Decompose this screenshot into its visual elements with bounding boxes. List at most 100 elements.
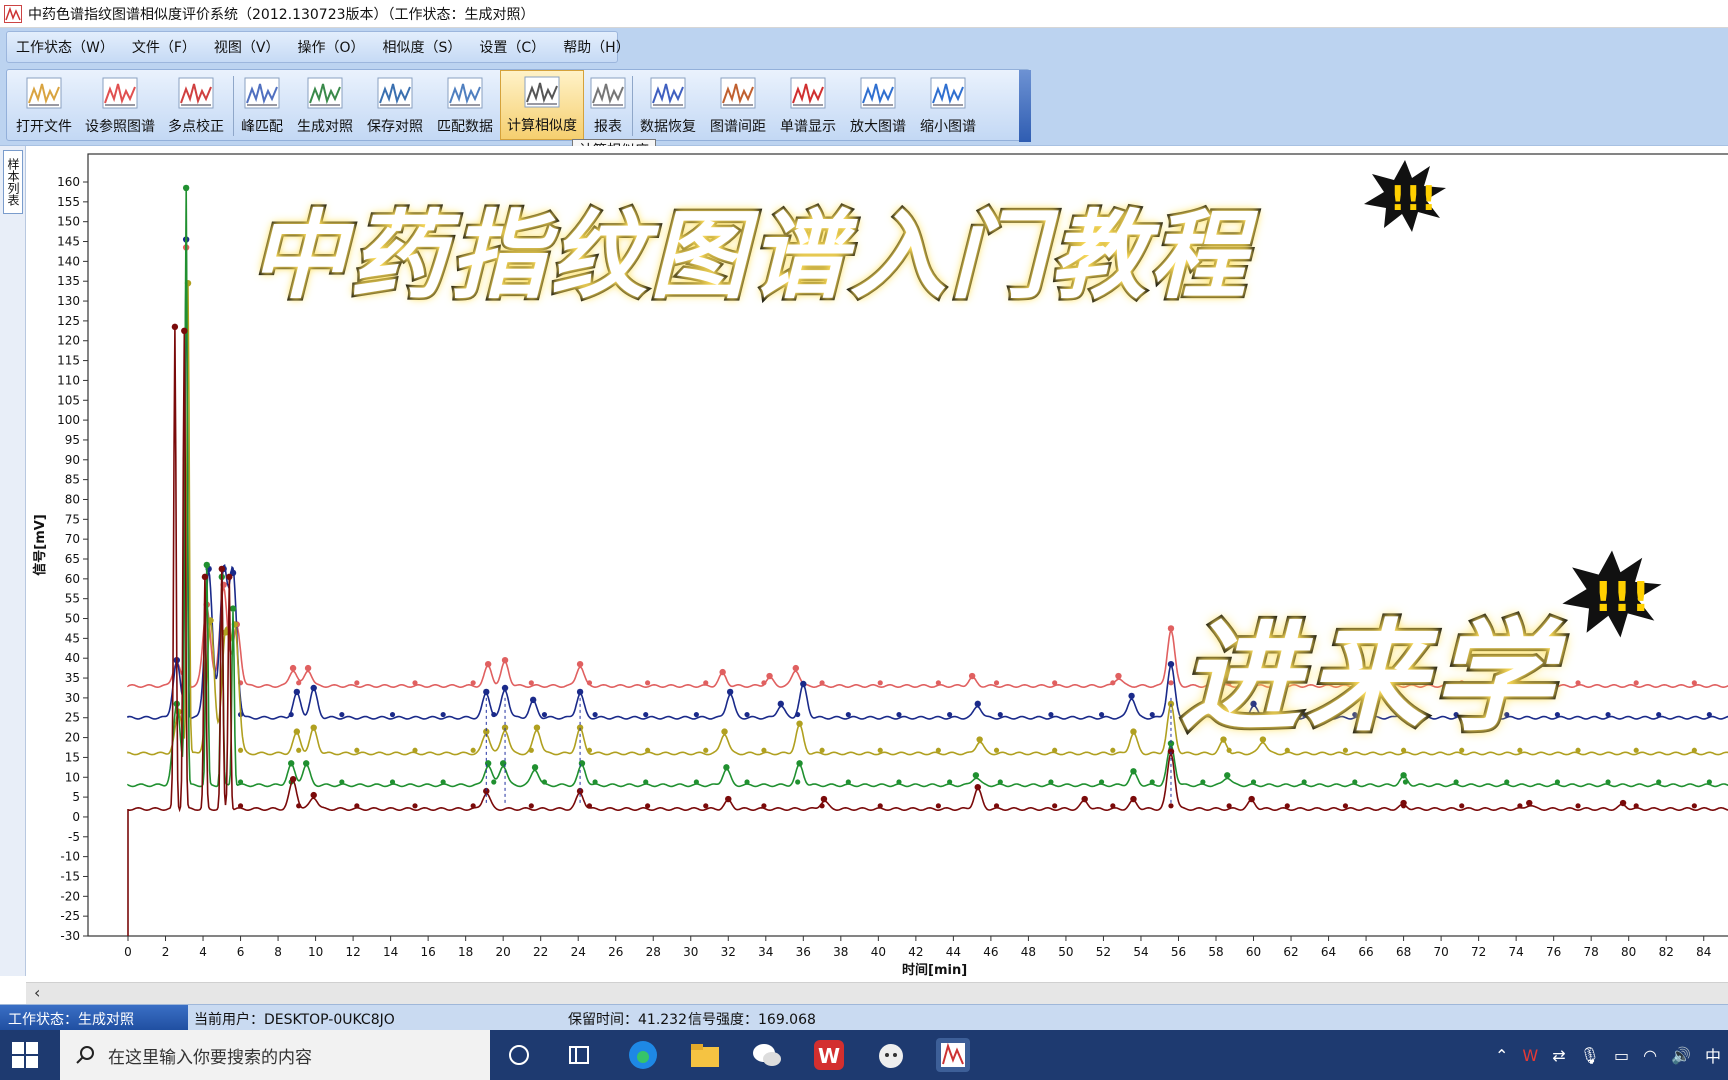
peak-marker <box>237 803 244 809</box>
y-tick-label: 35 <box>65 671 80 685</box>
y-tick-label: 30 <box>65 691 80 705</box>
peak-marker <box>1167 660 1175 668</box>
y-tick-label: -10 <box>60 850 80 864</box>
system-tray: ⌃ W ⇄ 🎙 ▭ ◠ 🔊 中 <box>1488 1030 1728 1080</box>
peak-marker <box>470 747 476 753</box>
match-data-icon <box>447 77 483 109</box>
peak-marker <box>896 711 902 718</box>
y-tick-label: 40 <box>65 651 80 665</box>
x-tick-label: 6 <box>237 945 245 959</box>
peak-marker <box>339 711 345 718</box>
peak-marker <box>484 660 492 668</box>
wps-icon[interactable]: W <box>812 1038 846 1072</box>
menu-help[interactable]: 帮助（H） <box>554 37 639 57</box>
peak-marker <box>896 779 902 785</box>
peak-marker <box>1691 747 1697 753</box>
peak-marker <box>645 680 651 686</box>
peak-marker <box>1098 711 1105 718</box>
scroll-left-icon[interactable]: ‹ <box>34 983 40 1002</box>
peak-marker <box>792 664 800 672</box>
menu-operation[interactable]: 操作（O） <box>288 37 373 57</box>
menu-similarity[interactable]: 相似度（S） <box>374 37 471 57</box>
sample-list-tab[interactable]: 样本列表 <box>3 150 23 214</box>
peak-marker <box>304 664 312 672</box>
toolbar-container: 打开文件 设参照图谱 多点校正 峰匹配 生成对照 保存对照 匹配数据 计算相似度 报表 数据恢复图… <box>0 66 1728 146</box>
horizontal-scrollbar[interactable]: ‹ <box>26 982 1728 1004</box>
task-view-icon[interactable] <box>502 1038 536 1072</box>
wechat-icon[interactable] <box>750 1038 784 1072</box>
toolbar-button-set-reference[interactable]: 设参照图谱 <box>81 70 159 140</box>
peak-marker <box>1115 672 1122 680</box>
peak-marker <box>819 803 825 809</box>
taskbar-search-box[interactable]: 在这里输入你要搜索的内容 <box>60 1030 490 1080</box>
toolbar-button-multipoint-correct[interactable]: 多点校正 <box>159 70 233 140</box>
tray-network-icon[interactable]: ⇄ <box>1552 1046 1565 1065</box>
x-tick-label: 50 <box>1058 945 1073 959</box>
y-tick-label: 150 <box>57 215 80 229</box>
file-explorer-icon[interactable] <box>688 1038 722 1072</box>
zoom-in-icon <box>860 77 896 109</box>
peak-marker <box>974 700 981 708</box>
windows-start-icon[interactable] <box>12 1042 38 1068</box>
peak-marker <box>528 747 534 753</box>
peak-marker <box>1130 728 1137 735</box>
search-icon <box>76 1046 94 1064</box>
peak-marker <box>412 680 418 686</box>
tray-mic-icon[interactable]: 🎙 <box>1580 1046 1600 1065</box>
x-axis-label: 时间[min] <box>902 962 967 978</box>
tray-wps-icon[interactable]: W <box>1522 1046 1538 1065</box>
peak-marker <box>483 688 490 696</box>
peak-marker <box>1453 779 1459 785</box>
toolbar-button-single-spectrum[interactable]: 单谱显示 <box>773 70 843 140</box>
x-tick-label: 36 <box>796 945 811 959</box>
peak-marker <box>721 728 728 735</box>
toolbar-button-data-restore[interactable]: 数据恢复 <box>633 70 703 140</box>
peak-marker <box>1402 779 1409 785</box>
x-tick-label: 2 <box>162 945 170 959</box>
y-tick-label: 85 <box>65 473 80 487</box>
widgets-icon[interactable] <box>562 1038 596 1072</box>
y-tick-label: 160 <box>57 175 80 189</box>
toolbar-button-peak-match[interactable]: 峰匹配 <box>234 70 290 140</box>
toolbar-button-save-reference[interactable]: 保存对照 <box>360 70 430 140</box>
toolbar-overflow-icon[interactable] <box>1019 70 1031 142</box>
peak-marker <box>1504 779 1510 785</box>
peak-marker <box>592 711 598 718</box>
peak-marker <box>997 711 1003 718</box>
menu-view[interactable]: 视图（V） <box>205 37 289 57</box>
peak-marker <box>491 779 497 785</box>
peak-marker <box>800 680 807 688</box>
toolbar-button-label: 单谱显示 <box>780 119 836 135</box>
peak-marker <box>354 747 360 753</box>
tray-chevron-icon[interactable]: ⌃ <box>1495 1046 1508 1065</box>
toolbar-button-generate-reference[interactable]: 生成对照 <box>290 70 360 140</box>
x-tick-label: 18 <box>458 945 473 959</box>
peak-marker <box>541 779 548 785</box>
assistant-icon[interactable] <box>874 1038 908 1072</box>
toolbar-button-open-file[interactable]: 打开文件 <box>7 70 81 140</box>
tray-ime[interactable]: 中 <box>1705 1043 1721 1067</box>
generate-reference-icon <box>307 77 343 109</box>
peak-marker <box>972 772 980 779</box>
y-tick-label: 95 <box>65 433 80 447</box>
peak-marker <box>339 779 345 785</box>
y-tick-label: 90 <box>65 453 80 467</box>
edge-browser-icon[interactable] <box>626 1038 660 1072</box>
overlay-subtitle: 进来学 <box>1177 606 1558 751</box>
menu-work-state[interactable]: 工作状态（W） <box>7 37 123 57</box>
toolbar-button-calc-similarity[interactable]: 计算相似度 <box>500 70 584 140</box>
peak-marker <box>744 711 750 718</box>
menu-settings[interactable]: 设置（C） <box>470 37 554 57</box>
toolbar-button-report[interactable]: 报表 <box>584 70 632 140</box>
toolbar-button-zoom-out[interactable]: 缩小图谱 <box>913 70 983 140</box>
tray-wifi-icon[interactable]: ◠ <box>1643 1046 1657 1065</box>
y-tick-label: 145 <box>57 235 80 249</box>
window-title: 中药色谱指纹图谱相似度评价系统（2012.130723版本）（工作状态：生成对照… <box>28 6 535 23</box>
toolbar-button-zoom-in[interactable]: 放大图谱 <box>843 70 913 140</box>
tray-volume-icon[interactable]: 🔊 <box>1671 1046 1691 1065</box>
similarity-app-taskbar-icon[interactable] <box>936 1038 970 1072</box>
tray-battery-icon[interactable]: ▭ <box>1614 1046 1629 1065</box>
toolbar-button-spectrum-spacing[interactable]: 图谱间距 <box>703 70 773 140</box>
toolbar-button-match-data[interactable]: 匹配数据 <box>430 70 500 140</box>
menu-file[interactable]: 文件（F） <box>123 37 205 57</box>
